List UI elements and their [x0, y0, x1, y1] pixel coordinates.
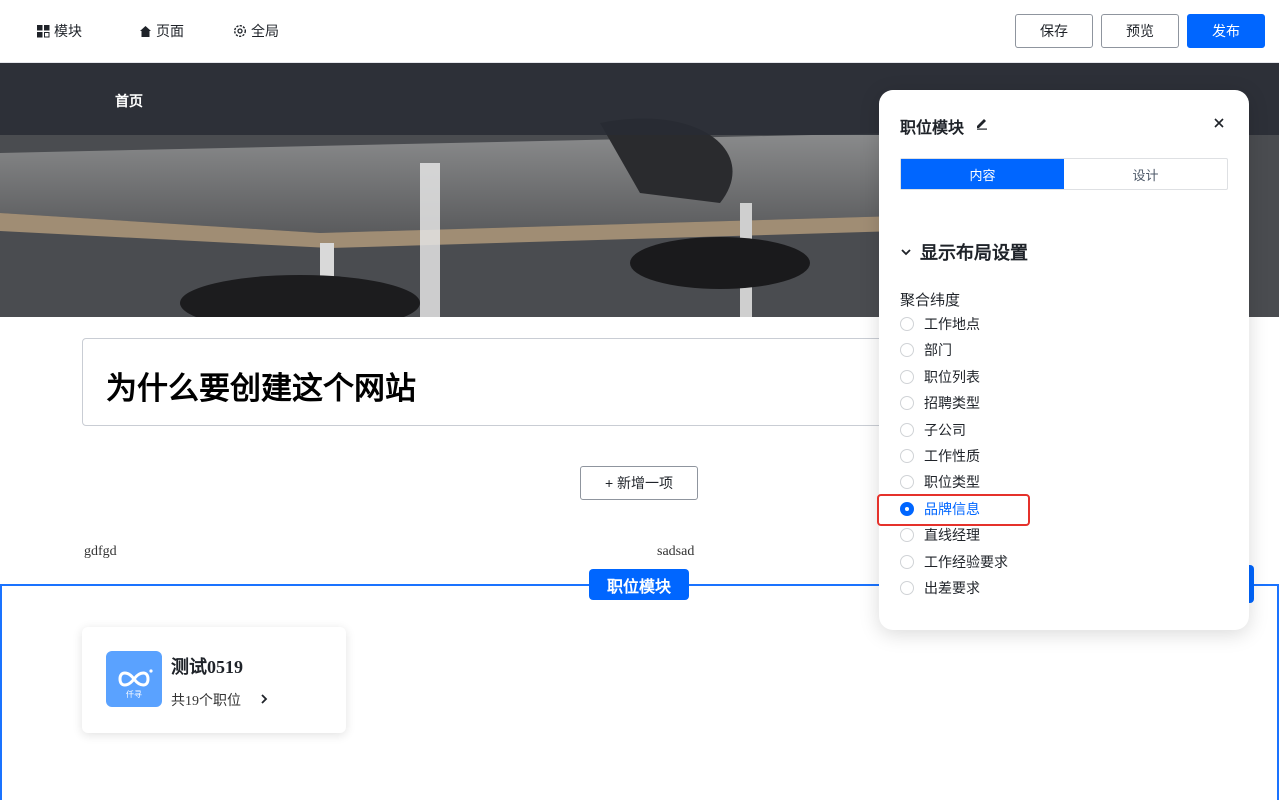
publish-button[interactable]: 发布 [1187, 14, 1265, 48]
aggregation-label: 聚合纬度 [900, 292, 961, 309]
tab-design[interactable]: 设计 [1064, 159, 1227, 189]
nav-global-label: 全局 [251, 23, 279, 39]
nav-modules-label: 模块 [54, 23, 82, 39]
text-item-middle: sadsad [657, 544, 695, 559]
radio-circle[interactable] [900, 581, 914, 595]
radio-label: 工作经验要求 [924, 554, 1008, 570]
radio-circle[interactable] [900, 343, 914, 357]
radio-circle[interactable] [900, 370, 914, 384]
radio-label: 直线经理 [924, 527, 980, 543]
edit-icon[interactable] [975, 116, 989, 130]
layout-settings-section[interactable]: 显示布局设置 [900, 240, 1028, 264]
logo-text: 仟寻 [126, 690, 142, 699]
radio-option[interactable]: 出差要求 [900, 578, 1100, 598]
radio-label: 部门 [924, 342, 952, 358]
radio-circle[interactable] [900, 528, 914, 542]
nav-home-link[interactable]: 首页 [115, 91, 143, 111]
radio-option[interactable]: 职位列表 [900, 367, 1100, 387]
nav-modules[interactable]: 模块 [37, 21, 82, 41]
add-item-button[interactable]: + 新增一项 [580, 466, 698, 500]
radio-circle[interactable] [900, 396, 914, 410]
radio-option[interactable]: 招聘类型 [900, 393, 1100, 413]
chevron-right-icon[interactable] [258, 693, 270, 705]
panel-tabs: 内容 设计 [900, 158, 1228, 190]
module-tag[interactable]: 职位模块 [589, 569, 689, 600]
nav-page[interactable]: 页面 [139, 21, 184, 41]
page-heading: 为什么要创建这个网站 [106, 371, 416, 407]
radio-option[interactable]: 部门 [900, 340, 1100, 360]
chevron-down-icon [901, 249, 911, 256]
modules-icon [37, 24, 50, 37]
company-logo: 仟寻 [106, 651, 162, 707]
nav-page-label: 页面 [156, 23, 184, 39]
radio-option[interactable]: 工作性质 [900, 446, 1100, 466]
radio-circle[interactable] [900, 317, 914, 331]
tab-content[interactable]: 内容 [901, 159, 1064, 189]
radio-circle[interactable] [900, 423, 914, 437]
radio-circle[interactable] [900, 449, 914, 463]
radio-label: 招聘类型 [924, 395, 980, 411]
nav-global[interactable]: 全局 [233, 21, 279, 41]
text-item-left: gdfgd [84, 544, 117, 559]
company-name: 测试0519 [171, 657, 243, 677]
panel-title: 职位模块 [900, 120, 965, 137]
radio-label: 职位类型 [924, 474, 980, 490]
radio-label: 工作性质 [924, 448, 980, 464]
radio-option[interactable]: 工作经验要求 [900, 552, 1100, 572]
save-button[interactable]: 保存 [1015, 14, 1093, 48]
radio-circle[interactable] [900, 475, 914, 489]
company-job-card[interactable]: 仟寻 测试0519 共19个职位 [82, 627, 346, 733]
jobs-count: 共19个职位 [171, 694, 241, 709]
radio-option[interactable]: 工作地点 [900, 314, 1100, 334]
selection-highlight [877, 494, 1030, 526]
top-toolbar: 模块 页面 全局 保存 预览 发布 [0, 0, 1279, 63]
radio-label: 子公司 [924, 422, 966, 438]
module-settings-panel: 职位模块 内容 设计 显示布局设置 聚合纬度 工作地点 部门 职位列表 招聘类型… [879, 90, 1249, 630]
radio-option[interactable]: 直线经理 [900, 525, 1100, 545]
home-icon [140, 25, 151, 37]
radio-option[interactable]: 职位类型 [900, 472, 1100, 492]
radio-label: 出差要求 [924, 580, 980, 596]
radio-label: 职位列表 [924, 369, 980, 385]
radio-label: 工作地点 [924, 316, 980, 332]
close-icon[interactable] [1213, 117, 1225, 129]
gear-icon [233, 24, 247, 38]
radio-option[interactable]: 子公司 [900, 420, 1100, 440]
section-title: 显示布局设置 [920, 243, 1028, 263]
preview-button[interactable]: 预览 [1101, 14, 1179, 48]
radio-circle[interactable] [900, 555, 914, 569]
